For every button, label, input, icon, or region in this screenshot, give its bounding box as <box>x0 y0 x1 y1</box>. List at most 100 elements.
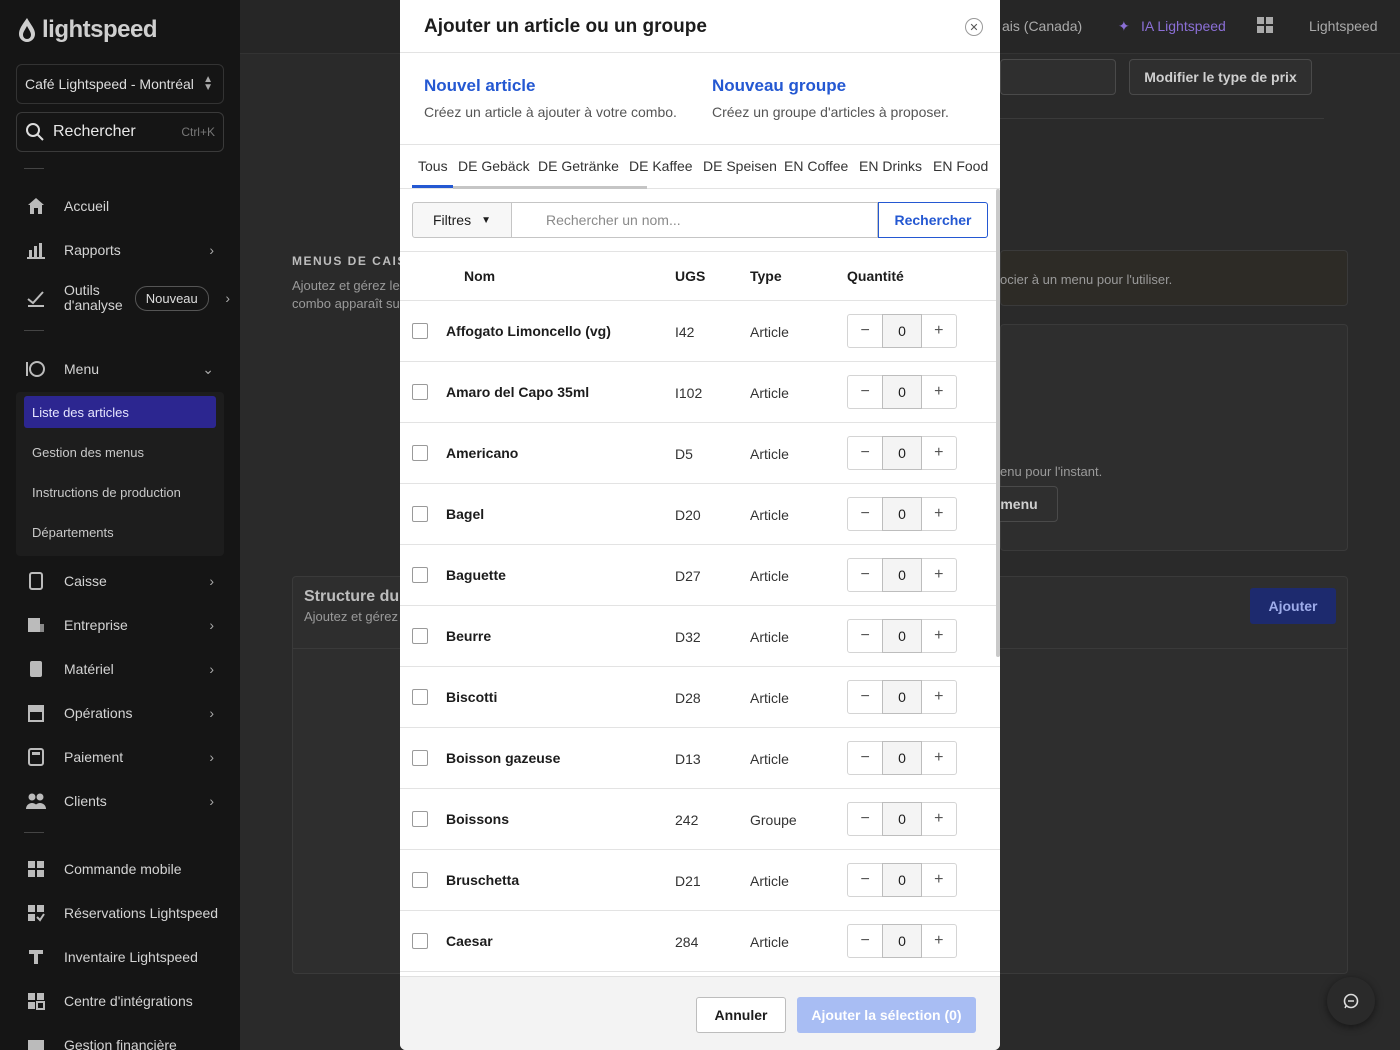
global-search[interactable]: Rechercher Ctrl+K <box>16 112 224 152</box>
nav-business[interactable]: Entreprise › <box>16 605 224 645</box>
modal-scrollbar[interactable] <box>996 189 1000 657</box>
plus-icon[interactable]: + <box>922 925 956 957</box>
row-checkbox[interactable] <box>412 384 428 400</box>
add-button[interactable]: Ajouter <box>1250 588 1336 624</box>
cancel-button[interactable]: Annuler <box>696 997 786 1033</box>
minus-icon[interactable]: − <box>848 620 882 652</box>
subnav-item-list[interactable]: Liste des articles <box>24 396 216 428</box>
minus-icon[interactable]: − <box>848 681 882 713</box>
row-checkbox[interactable] <box>412 933 428 949</box>
tab-de-geback[interactable]: DE Gebäck <box>458 158 530 174</box>
quantity-value[interactable]: 0 <box>882 802 922 836</box>
quantity-value[interactable]: 0 <box>882 619 922 653</box>
plus-icon[interactable]: + <box>922 437 956 469</box>
quantity-value[interactable]: 0 <box>882 436 922 470</box>
subnav-production-instructions[interactable]: Instructions de production <box>24 476 216 508</box>
tab-en-drinks[interactable]: EN Drinks <box>859 158 922 174</box>
nav-mobile-order[interactable]: Commande mobile <box>16 849 224 889</box>
brand-logo[interactable]: lightspeed <box>16 16 158 44</box>
row-checkbox[interactable] <box>412 872 428 888</box>
filters-button[interactable]: Filtres ▼ <box>412 202 512 238</box>
quantity-value[interactable]: 0 <box>882 314 922 348</box>
nav-analytics[interactable]: Outils d'analyse Nouveau › <box>16 278 230 318</box>
nav-register[interactable]: Caisse › <box>16 561 224 601</box>
plus-icon[interactable]: + <box>922 559 956 591</box>
nav-customers[interactable]: Clients › <box>16 781 224 821</box>
minus-icon[interactable]: − <box>848 437 882 469</box>
new-group-link[interactable]: Nouveau groupe <box>712 76 949 96</box>
quantity-value[interactable]: 0 <box>882 680 922 714</box>
tab-en-food[interactable]: EN Food <box>933 158 988 174</box>
quantity-value[interactable]: 0 <box>882 924 922 958</box>
minus-icon[interactable]: − <box>848 559 882 591</box>
row-checkbox[interactable] <box>412 750 428 766</box>
search-button[interactable]: Rechercher <box>878 202 988 238</box>
minus-icon[interactable]: − <box>848 803 882 835</box>
nav-inventory[interactable]: Inventaire Lightspeed <box>16 937 224 977</box>
plus-icon[interactable]: + <box>922 864 956 896</box>
tab-all[interactable]: Tous <box>418 158 448 174</box>
new-item-option[interactable]: Nouvel article Créez un article à ajoute… <box>424 76 677 120</box>
minus-icon[interactable]: − <box>848 864 882 896</box>
row-checkbox[interactable] <box>412 445 428 461</box>
minus-icon[interactable]: − <box>848 925 882 957</box>
nav-label-line2: d'analyse <box>64 297 123 313</box>
plus-icon[interactable]: + <box>922 315 956 347</box>
item-sku: D27 <box>675 568 701 584</box>
subnav-departments[interactable]: Départements <box>24 516 216 548</box>
nav-payment[interactable]: Paiement › <box>16 737 224 777</box>
minus-icon[interactable]: − <box>848 376 882 408</box>
row-checkbox[interactable] <box>412 323 428 339</box>
item-type: Groupe <box>750 812 797 828</box>
nav-menu[interactable]: Menu ⌄ <box>16 349 224 389</box>
tab-de-kaffee[interactable]: DE Kaffee <box>629 158 693 174</box>
tabs-scrollbar[interactable] <box>453 186 647 189</box>
location-selector[interactable]: Café Lightspeed - Montréal ▲ ▼ <box>16 64 224 104</box>
nav-reports[interactable]: Rapports › <box>16 230 224 270</box>
subnav-menu-management[interactable]: Gestion des menus <box>24 436 216 468</box>
quantity-value[interactable]: 0 <box>882 375 922 409</box>
minus-icon[interactable]: − <box>848 498 882 530</box>
account-menu[interactable]: Lightspeed <box>1309 18 1378 34</box>
minus-icon[interactable]: − <box>848 742 882 774</box>
tab-de-speisen[interactable]: DE Speisen <box>703 158 777 174</box>
nav-home[interactable]: Accueil <box>16 186 224 226</box>
plus-icon[interactable]: + <box>922 376 956 408</box>
new-item-link[interactable]: Nouvel article <box>424 76 677 96</box>
plus-icon[interactable]: + <box>922 681 956 713</box>
nav-reservations[interactable]: Réservations Lightspeed <box>16 893 224 933</box>
chat-button[interactable] <box>1327 977 1375 1025</box>
nav-integrations[interactable]: Centre d'intégrations <box>16 981 224 1021</box>
tab-en-coffee[interactable]: EN Coffee <box>784 158 848 174</box>
plus-icon[interactable]: + <box>922 803 956 835</box>
add-selection-button[interactable]: Ajouter la sélection (0) <box>797 997 976 1033</box>
apps-grid-icon[interactable] <box>1257 17 1273 36</box>
plus-icon[interactable]: + <box>922 620 956 652</box>
nav-operations[interactable]: Opérations › <box>16 693 224 733</box>
change-price-type-button[interactable]: Modifier le type de prix <box>1129 59 1312 95</box>
quantity-value[interactable]: 0 <box>882 863 922 897</box>
quantity-value[interactable]: 0 <box>882 741 922 775</box>
row-checkbox[interactable] <box>412 567 428 583</box>
quantity-value[interactable]: 0 <box>882 558 922 592</box>
row-checkbox[interactable] <box>412 628 428 644</box>
item-name: Bruschetta <box>446 872 520 888</box>
search-input[interactable] <box>512 202 878 238</box>
plus-icon[interactable]: + <box>922 742 956 774</box>
row-checkbox[interactable] <box>412 811 428 827</box>
row-checkbox[interactable] <box>412 689 428 705</box>
language-selector[interactable]: ais (Canada) <box>1002 18 1082 34</box>
plus-icon[interactable]: + <box>922 498 956 530</box>
archive-icon <box>24 701 48 725</box>
minus-icon[interactable]: − <box>848 315 882 347</box>
row-checkbox[interactable] <box>412 506 428 522</box>
quantity-value[interactable]: 0 <box>882 497 922 531</box>
ai-link[interactable]: IA Lightspeed <box>1141 18 1226 34</box>
tab-de-getranke[interactable]: DE Getränke <box>538 158 619 174</box>
close-icon[interactable]: ✕ <box>965 18 983 36</box>
nav-finance[interactable]: Gestion financière <box>16 1025 224 1050</box>
nav-hardware[interactable]: Matériel › <box>16 649 224 689</box>
col-name[interactable]: Nom <box>464 268 495 284</box>
new-group-option[interactable]: Nouveau groupe Créez un groupe d'article… <box>712 76 949 120</box>
item-sku: D13 <box>675 751 701 767</box>
